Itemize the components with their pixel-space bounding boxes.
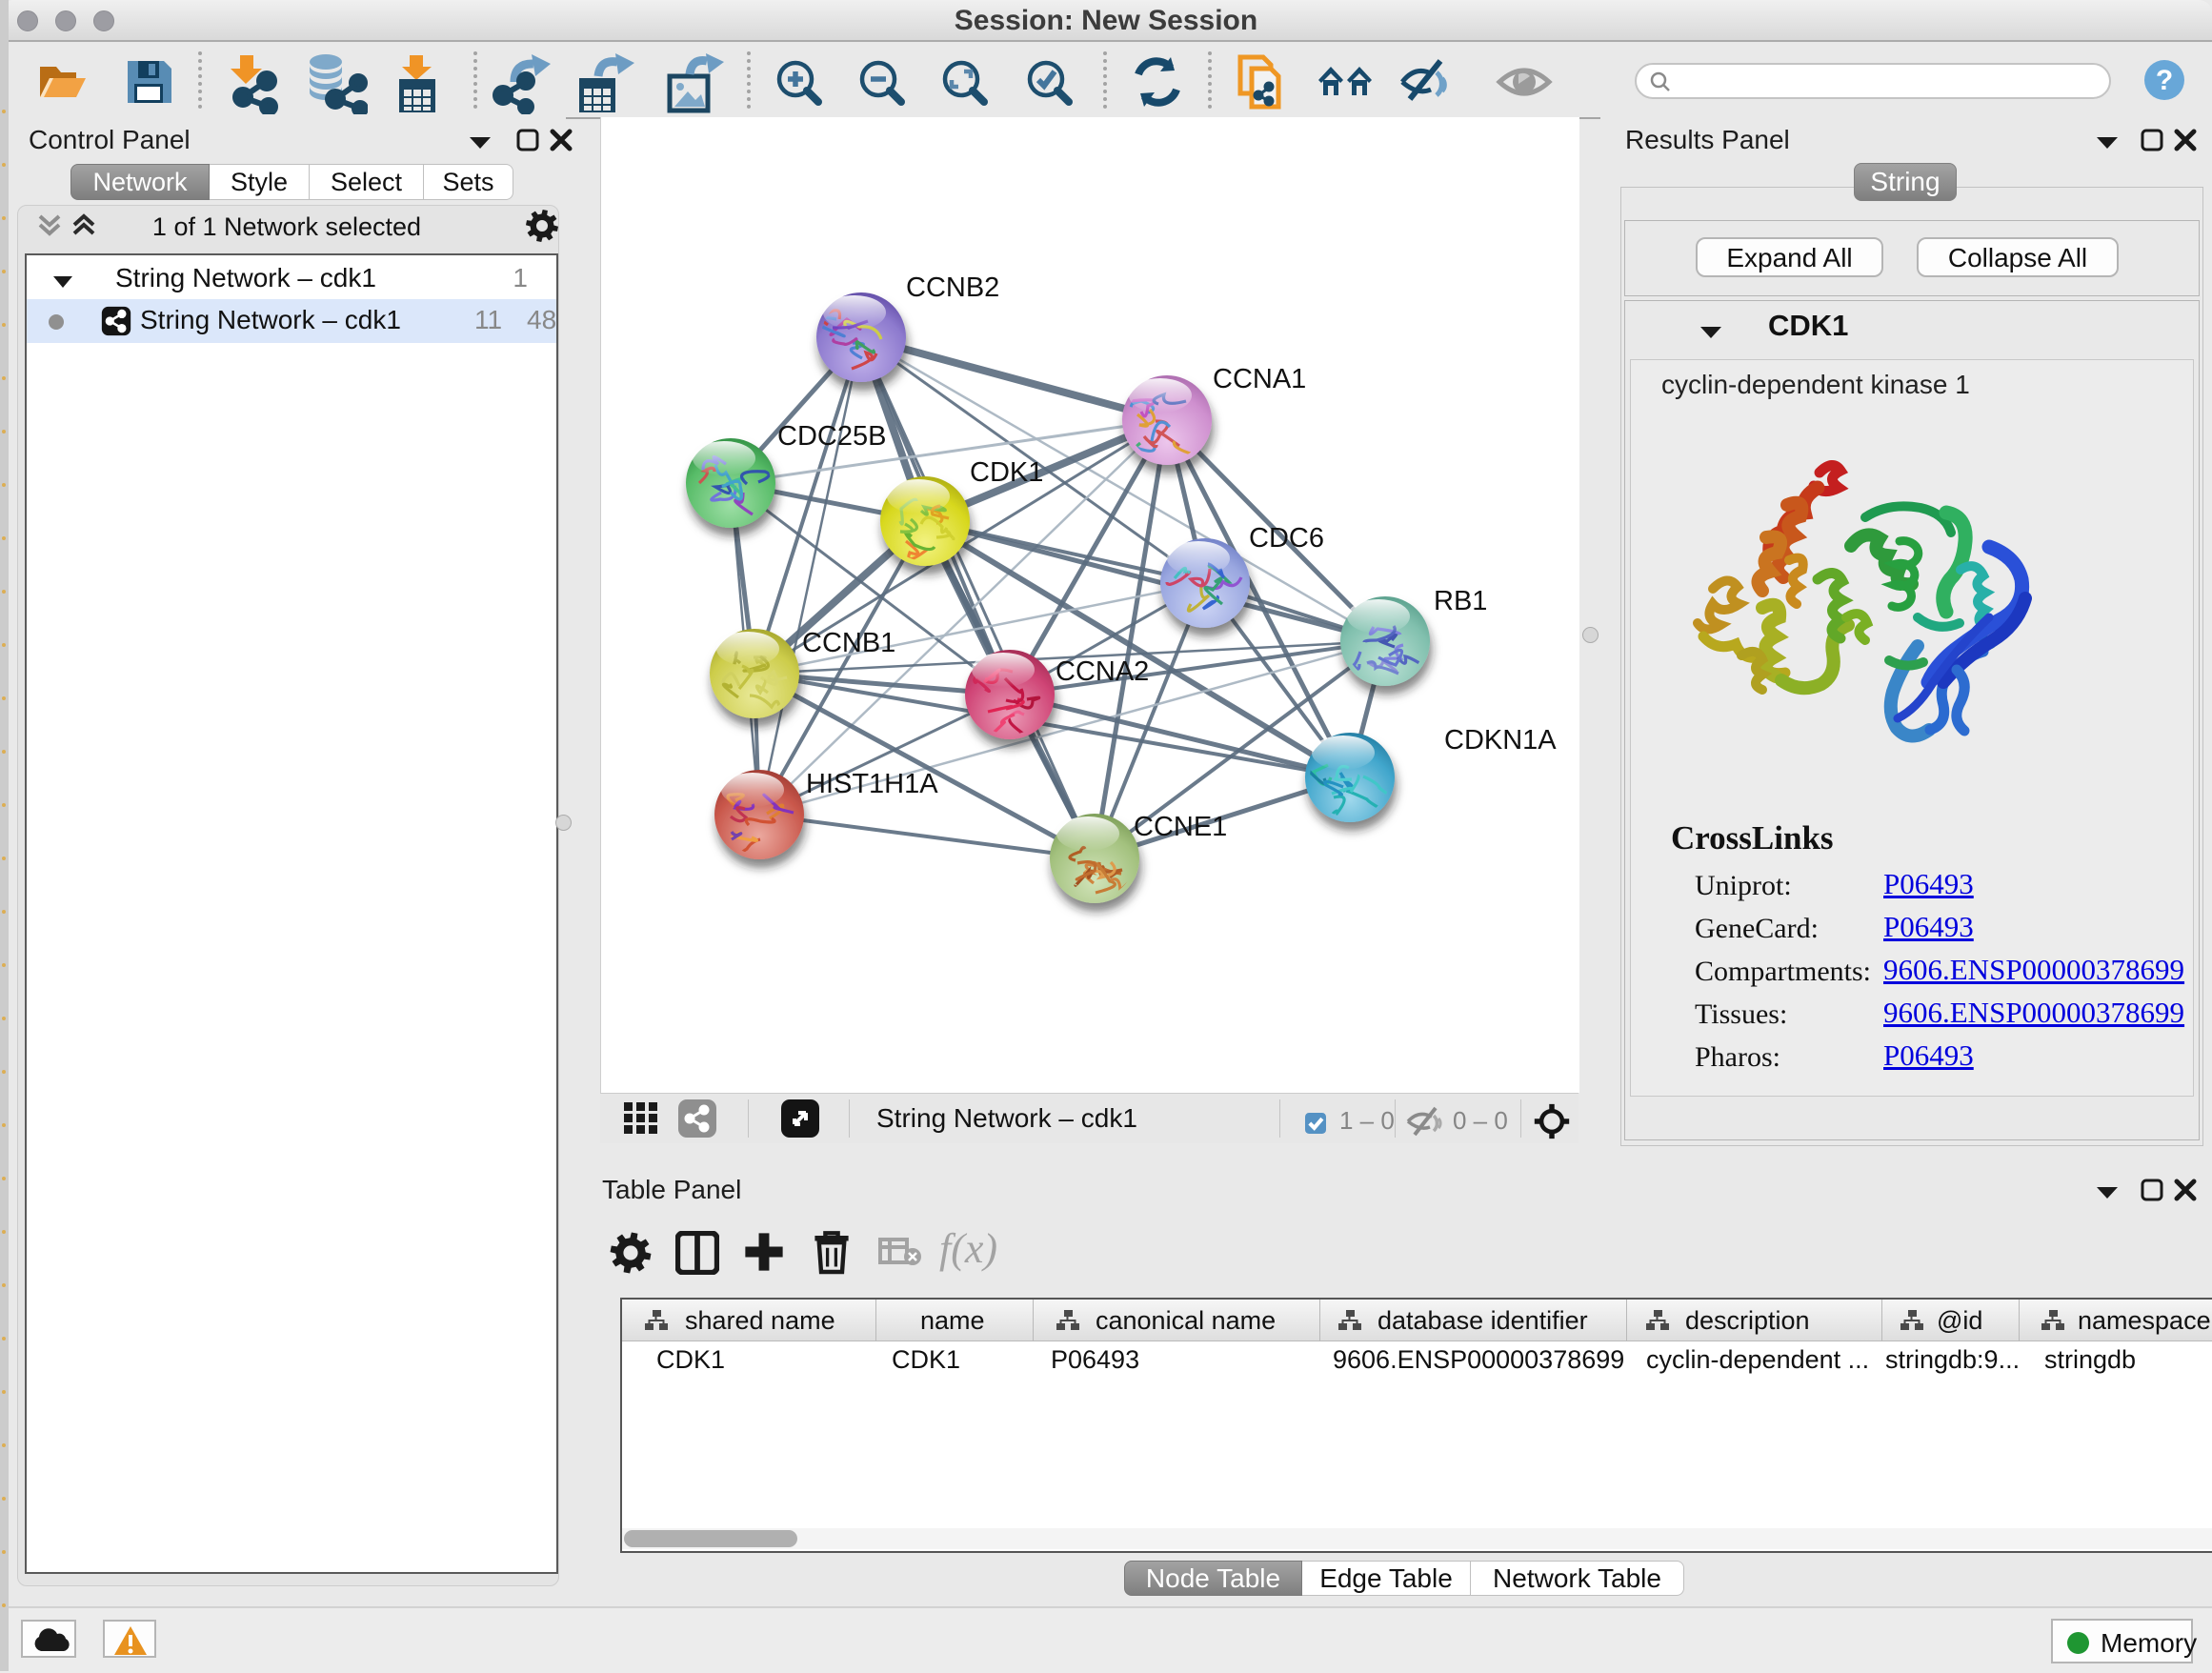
svg-text:CCNA2: CCNA2 bbox=[1056, 656, 1149, 687]
svg-text:CDKN1A: CDKN1A bbox=[1444, 725, 1557, 756]
svg-text:CCNB1: CCNB1 bbox=[802, 628, 895, 658]
svg-text:CCNE1: CCNE1 bbox=[1134, 812, 1227, 842]
svg-text:CDK1: CDK1 bbox=[970, 457, 1043, 488]
svg-text:RB1: RB1 bbox=[1434, 586, 1487, 616]
svg-text:HIST1H1A: HIST1H1A bbox=[806, 769, 938, 799]
svg-text:CDC6: CDC6 bbox=[1249, 523, 1324, 554]
svg-text:?: ? bbox=[2156, 65, 2173, 96]
svg-text:CCNA1: CCNA1 bbox=[1213, 364, 1306, 394]
svg-text:CDC25B: CDC25B bbox=[777, 421, 886, 452]
svg-text:CCNB2: CCNB2 bbox=[906, 272, 999, 303]
